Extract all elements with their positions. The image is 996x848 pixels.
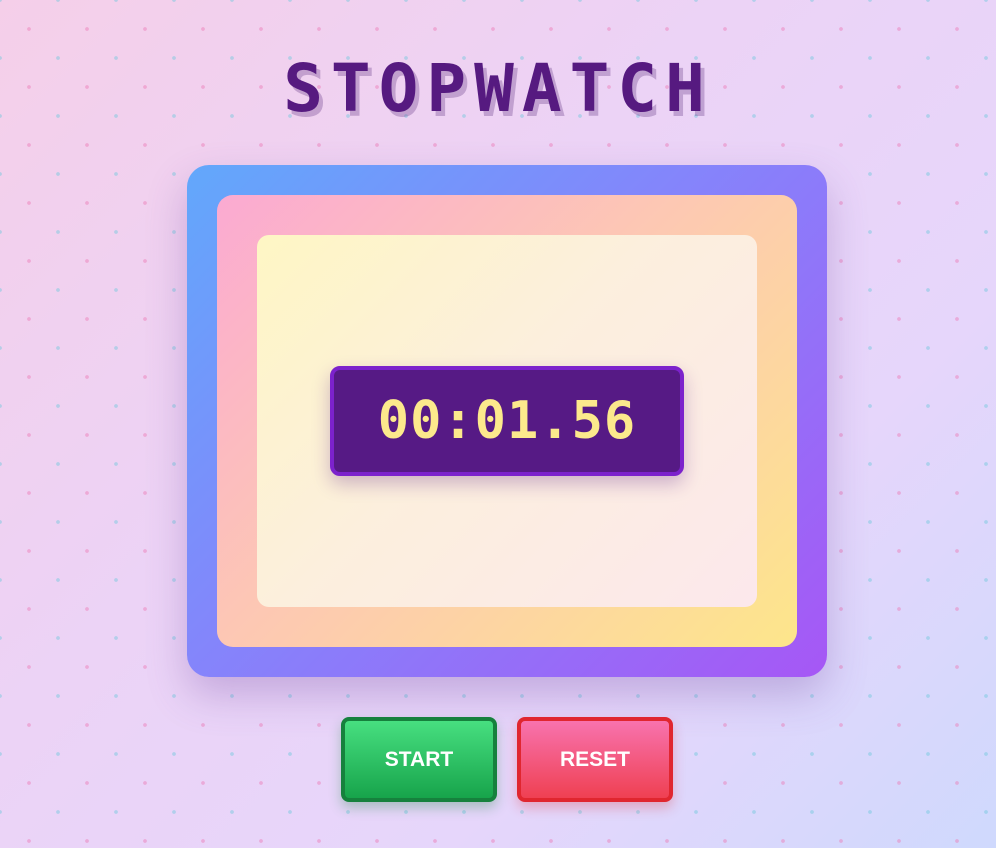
stopwatch-inner-panel: 00:01.56 bbox=[257, 235, 757, 607]
page-title: STOPWATCH bbox=[283, 50, 713, 127]
start-button[interactable]: START bbox=[341, 717, 497, 802]
time-display: 00:01.56 bbox=[330, 366, 684, 476]
time-readout: 00:01.56 bbox=[377, 391, 637, 451]
stopwatch-middle-frame: 00:01.56 bbox=[217, 195, 797, 647]
stopwatch-outer-frame: 00:01.56 bbox=[187, 165, 827, 677]
reset-button[interactable]: RESET bbox=[517, 717, 673, 802]
